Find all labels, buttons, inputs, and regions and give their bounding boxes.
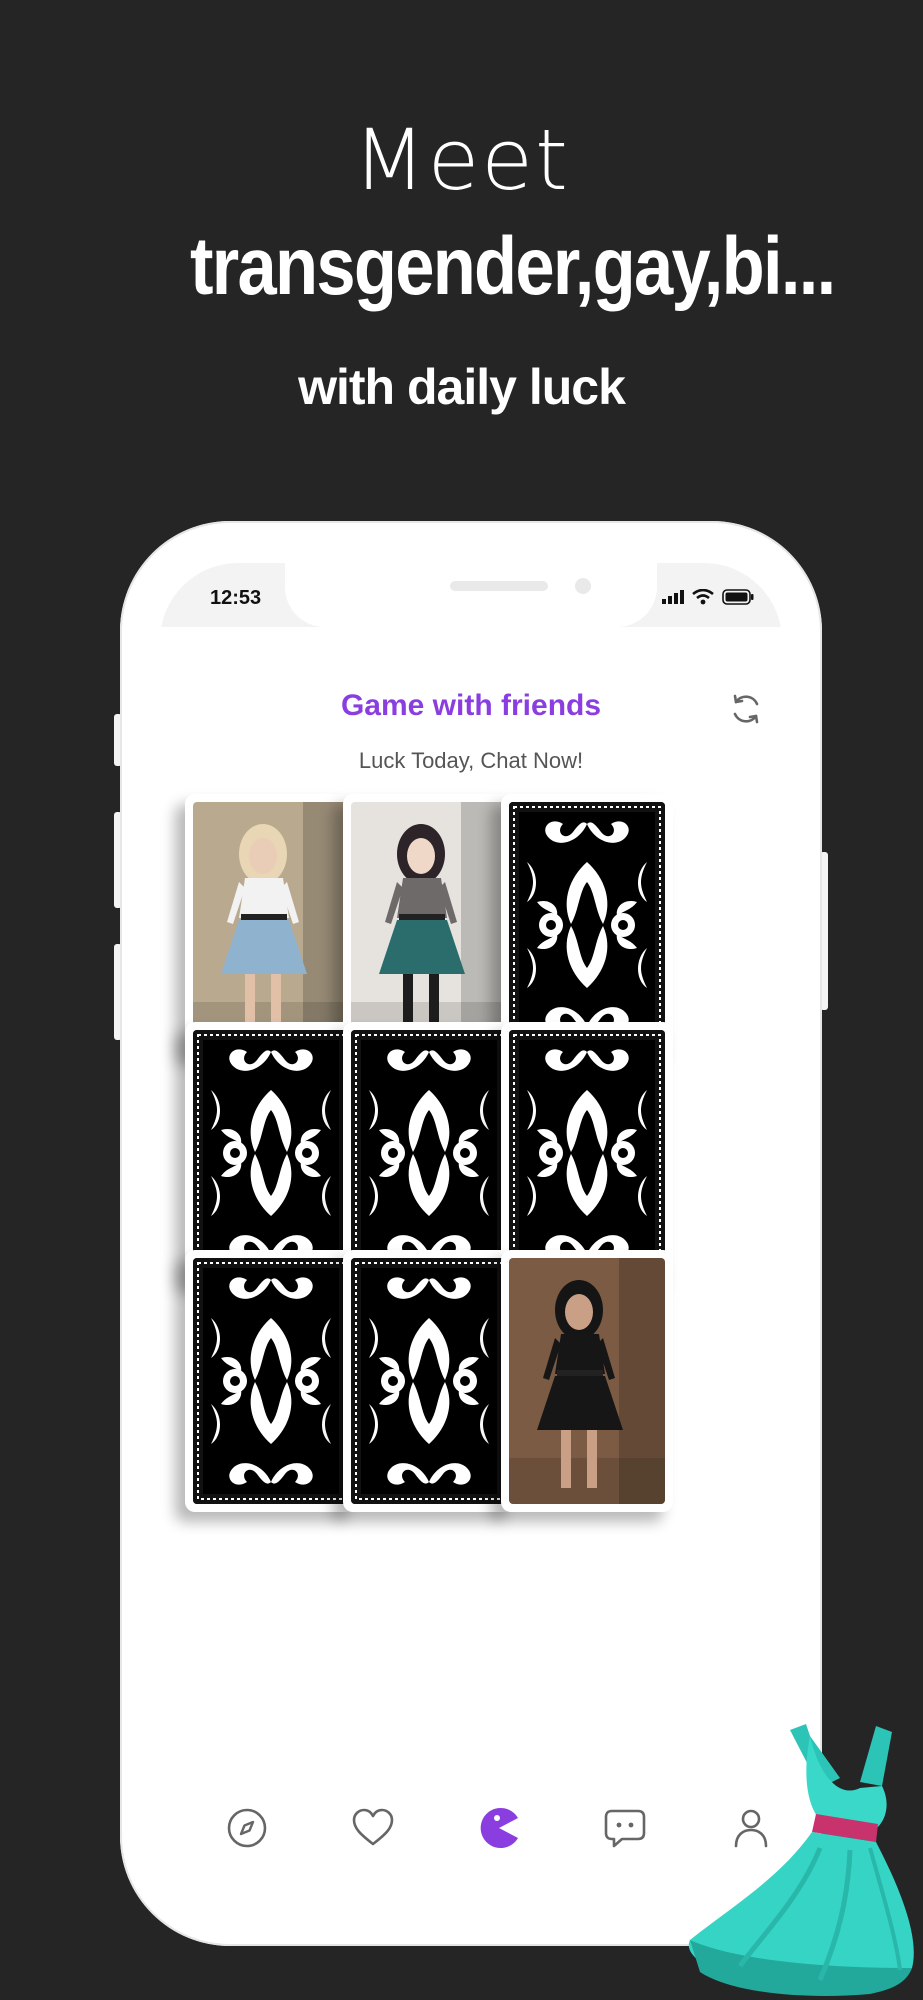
card-back: [509, 802, 665, 1048]
card-back-pattern: [193, 1258, 349, 1504]
card-photo: [193, 802, 349, 1048]
revealed-card[interactable]: [185, 794, 357, 1056]
battery-icon: [722, 589, 754, 605]
headline-identities: transgender,gay,bi...: [190, 221, 836, 312]
wifi-icon: [692, 589, 714, 605]
card-photo: [509, 1258, 665, 1504]
compass-icon: [227, 1808, 267, 1848]
tab-likes[interactable]: [348, 1803, 398, 1853]
card-back: [193, 1030, 349, 1276]
app-screen: 12:53 Game with friends Luck Today, Chat…: [160, 563, 782, 1904]
face-down-card[interactable]: [501, 794, 673, 1056]
headline-meet: Meet: [353, 111, 570, 209]
profile-photo: [351, 802, 507, 1048]
card-back-pattern: [351, 1030, 507, 1276]
card-back-pattern: [351, 1258, 507, 1504]
pacman-icon: [480, 1808, 518, 1848]
face-down-card[interactable]: [501, 1022, 673, 1284]
notch: [285, 563, 657, 627]
status-time: 12:53: [210, 587, 262, 609]
speaker-grille: [450, 581, 548, 591]
revealed-card[interactable]: [343, 794, 515, 1056]
tab-discover[interactable]: [222, 1803, 272, 1853]
card-photo: [351, 802, 507, 1048]
card-back-pattern: [509, 1030, 665, 1276]
signal-icon: [662, 590, 684, 604]
dress-sticker: [688, 1724, 914, 1996]
profile-photo: [193, 802, 349, 1048]
card-back: [193, 1258, 349, 1504]
face-down-card[interactable]: [343, 1250, 515, 1512]
card-back: [509, 1030, 665, 1276]
face-down-card[interactable]: [185, 1250, 357, 1512]
profile-photo: [509, 1258, 665, 1504]
revealed-card[interactable]: [501, 1250, 673, 1512]
front-camera: [575, 578, 591, 594]
subtitle: Luck Today, Chat Now!: [358, 748, 584, 773]
card-back: [351, 1258, 507, 1504]
face-down-card[interactable]: [185, 1022, 357, 1284]
heart-icon: [352, 1808, 394, 1846]
status-icons: [662, 589, 754, 605]
tab-game[interactable]: [474, 1803, 524, 1853]
refresh-icon[interactable]: [728, 691, 764, 727]
face-down-card[interactable]: [343, 1022, 515, 1284]
chat-bubble-icon: [604, 1809, 646, 1848]
tab-chat[interactable]: [600, 1803, 650, 1853]
card-back: [351, 1030, 507, 1276]
headline-daily-luck: with daily luck: [298, 359, 626, 415]
card-back-pattern: [193, 1030, 349, 1276]
app-title: Game with friends: [340, 689, 602, 722]
card-back-pattern: [509, 802, 665, 1048]
